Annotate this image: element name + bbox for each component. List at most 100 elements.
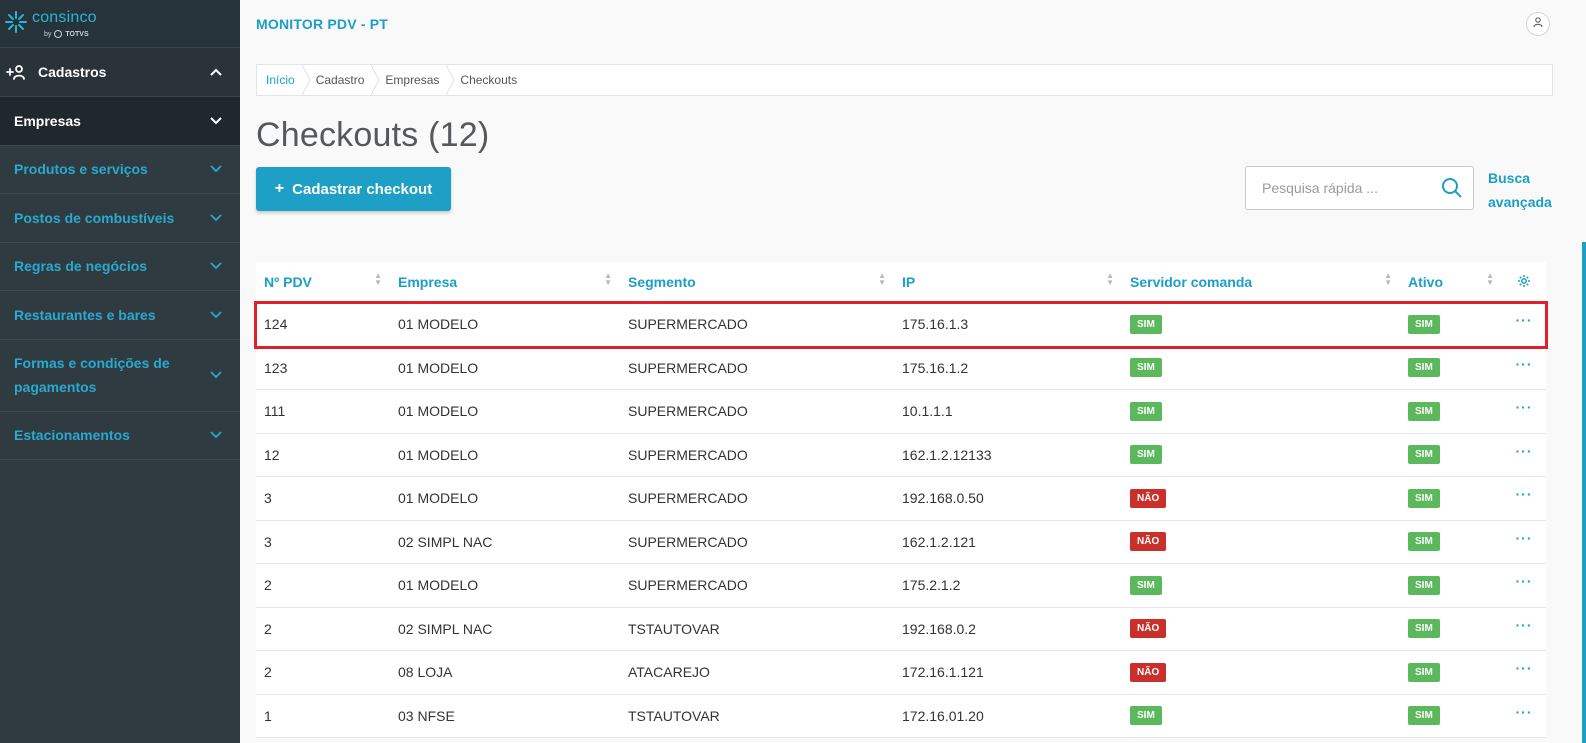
- sort-icon[interactable]: ▲ ▼: [374, 272, 382, 287]
- user-icon: [1532, 15, 1544, 33]
- sidebar-item-postos[interactable]: Postos de combustíveis: [0, 194, 240, 243]
- chevron-down-icon: [210, 262, 222, 270]
- breadcrumb-item-checkouts: Checkouts: [451, 65, 529, 95]
- sidebar-item-produtos[interactable]: Produtos e serviços: [0, 145, 240, 194]
- more-icon: ···: [1515, 399, 1533, 416]
- status-badge-ativo: SIM: [1408, 488, 1440, 508]
- user-menu-button[interactable]: [1526, 12, 1550, 36]
- breadcrumb-item-empresas[interactable]: Empresas: [376, 65, 455, 95]
- chevron-down-icon: [210, 165, 222, 173]
- cell-empresa: 01 MODELO: [398, 359, 479, 376]
- row-actions-button[interactable]: ···: [1502, 695, 1546, 738]
- status-badge-ativo: SIM: [1408, 445, 1440, 465]
- quick-search[interactable]: [1245, 166, 1474, 210]
- table-row[interactable]: 2 01 MODELO SUPERMERCADO 175.2.1.2 SIM SIM ···: [256, 564, 1546, 608]
- sidebar-item-restaurantes[interactable]: Restaurantes e bares: [0, 291, 240, 340]
- cell-empresa: 08 LOJA: [398, 664, 453, 681]
- sidebar-group-cadastros[interactable]: Cadastros: [0, 48, 240, 97]
- page-title: Checkouts (12): [256, 116, 490, 154]
- cell-pdv: 124: [264, 316, 288, 333]
- cell-empresa: 02 SIMPL NAC: [398, 533, 493, 550]
- advanced-search-line1: Busca: [1488, 170, 1531, 186]
- brand-logo[interactable]: consinco by TOTVS: [0, 0, 240, 48]
- advanced-search-link[interactable]: Busca avançada: [1488, 166, 1552, 214]
- table-row[interactable]: 12 01 MODELO SUPERMERCADO 162.1.2.12133 SIM S…: [256, 433, 1546, 477]
- cell-pdv: 2: [264, 664, 272, 681]
- sort-icon[interactable]: ▲ ▼: [1106, 272, 1114, 287]
- status-badge-servidor: NÃO: [1130, 619, 1167, 639]
- cell-ativo: SIM: [1400, 347, 1502, 390]
- chevron-down-icon: [210, 371, 222, 379]
- cell-ip: 162.1.2.121: [902, 533, 976, 550]
- cell-ip: 175.16.1.2: [902, 359, 969, 376]
- column-label: Nº PDV: [264, 274, 312, 290]
- column-header-ativo[interactable]: Ativo ▲ ▼: [1400, 262, 1502, 302]
- cell-ativo: SIM: [1400, 695, 1502, 738]
- cell-empresa: 01 MODELO: [398, 446, 479, 463]
- row-actions-button[interactable]: ···: [1502, 347, 1546, 390]
- cell-ip: 192.168.0.50: [902, 490, 984, 507]
- row-actions-button[interactable]: ···: [1502, 477, 1546, 520]
- sidebar-item-label: Regras de negócios: [14, 258, 148, 275]
- row-actions-button[interactable]: ···: [1502, 564, 1546, 607]
- table-row[interactable]: 3 01 MODELO SUPERMERCADO 192.168.0.50 NÃO SIM…: [256, 477, 1546, 521]
- sort-icon[interactable]: ▲ ▼: [604, 272, 612, 287]
- cell-empresa: 03 NFSE: [398, 707, 455, 724]
- table-row[interactable]: 124 01 MODELO SUPERMERCADO 175.16.1.3 SIM SIM…: [254, 301, 1548, 349]
- breadcrumb-item-cadastro[interactable]: Cadastro: [307, 65, 380, 95]
- breadcrumb-label: Empresas: [385, 73, 440, 87]
- column-header-servidor[interactable]: Servidor comanda ▲ ▼: [1122, 262, 1400, 302]
- chevron-down-icon: [210, 214, 222, 222]
- table-row[interactable]: 1 03 NFSE TSTAUTOVAR 172.16.01.20 SIM SIM ···: [256, 694, 1546, 738]
- sidebar-item-empresas[interactable]: Empresas: [0, 97, 240, 146]
- breadcrumb-item-inicio[interactable]: Início: [257, 65, 311, 95]
- column-header-pdv[interactable]: Nº PDV ▲ ▼: [256, 262, 390, 302]
- add-checkout-button[interactable]: + Cadastrar checkout: [256, 167, 451, 211]
- chevron-down-icon: [210, 311, 222, 319]
- table-row[interactable]: 2 02 SIMPL NAC TSTAUTOVAR 192.168.0.2 NÃO SIM…: [256, 607, 1546, 651]
- sidebar-item-estacionamentos[interactable]: Estacionamentos: [0, 411, 240, 460]
- table-row[interactable]: 111 01 MODELO SUPERMERCADO 10.1.1.1 SIM SIM ··…: [256, 390, 1546, 434]
- cell-segmento: SUPERMERCADO: [628, 359, 748, 376]
- cell-ip: 162.1.2.12133: [902, 446, 992, 463]
- cell-empresa: 01 MODELO: [398, 403, 479, 420]
- column-header-empresa[interactable]: Empresa ▲ ▼: [390, 262, 620, 302]
- column-label: Segmento: [628, 274, 696, 290]
- cell-servidor: SIM: [1122, 347, 1400, 390]
- cell-pdv: 3: [264, 490, 272, 507]
- table-row[interactable]: 3 02 SIMPL NAC SUPERMERCADO 162.1.2.121 NÃO S…: [256, 520, 1546, 564]
- cell-servidor: SIM: [1122, 695, 1400, 738]
- totvs-icon: [54, 30, 63, 38]
- row-actions-button[interactable]: ···: [1502, 608, 1546, 651]
- column-settings-button[interactable]: [1502, 262, 1546, 302]
- sidebar-item-label: Estacionamentos: [14, 427, 130, 444]
- column-label: Empresa: [398, 274, 458, 290]
- sort-icon[interactable]: ▲ ▼: [1486, 272, 1494, 287]
- cell-segmento: SUPERMERCADO: [628, 446, 748, 463]
- sidebar-item-regras[interactable]: Regras de negócios: [0, 242, 240, 291]
- cell-pdv: 1: [264, 707, 272, 724]
- sort-icon[interactable]: ▲ ▼: [1384, 272, 1392, 287]
- row-actions-button[interactable]: ···: [1502, 303, 1546, 346]
- search-input[interactable]: [1262, 180, 1432, 196]
- column-header-segmento[interactable]: Segmento ▲ ▼: [620, 262, 894, 302]
- status-badge-servidor: SIM: [1130, 575, 1162, 595]
- row-actions-button[interactable]: ···: [1502, 434, 1546, 477]
- status-badge-servidor: NÃO: [1130, 662, 1167, 682]
- search-icon[interactable]: [1441, 177, 1463, 204]
- table-row[interactable]: 2 08 LOJA ATACAREJO 172.16.1.121 NÃO SIM ···: [256, 651, 1546, 695]
- status-badge-ativo: SIM: [1408, 358, 1440, 378]
- row-actions-button[interactable]: ···: [1502, 390, 1546, 433]
- row-actions-button[interactable]: ···: [1502, 521, 1546, 564]
- row-actions-button[interactable]: ···: [1502, 651, 1546, 694]
- cell-pdv: 12: [264, 446, 280, 463]
- cell-pdv: 2: [264, 577, 272, 594]
- sort-icon[interactable]: ▲ ▼: [878, 272, 886, 287]
- table-row[interactable]: 123 01 MODELO SUPERMERCADO 175.16.1.2 SIM SIM…: [256, 346, 1546, 390]
- breadcrumb-label: Checkouts: [460, 73, 518, 87]
- more-icon: ···: [1515, 529, 1533, 546]
- column-header-ip[interactable]: IP ▲ ▼: [894, 262, 1122, 302]
- more-icon: ···: [1515, 355, 1533, 372]
- sidebar-item-formas-pagamento[interactable]: Formas e condições de pagamentos: [0, 339, 240, 412]
- scrollbar[interactable]: [1582, 242, 1586, 743]
